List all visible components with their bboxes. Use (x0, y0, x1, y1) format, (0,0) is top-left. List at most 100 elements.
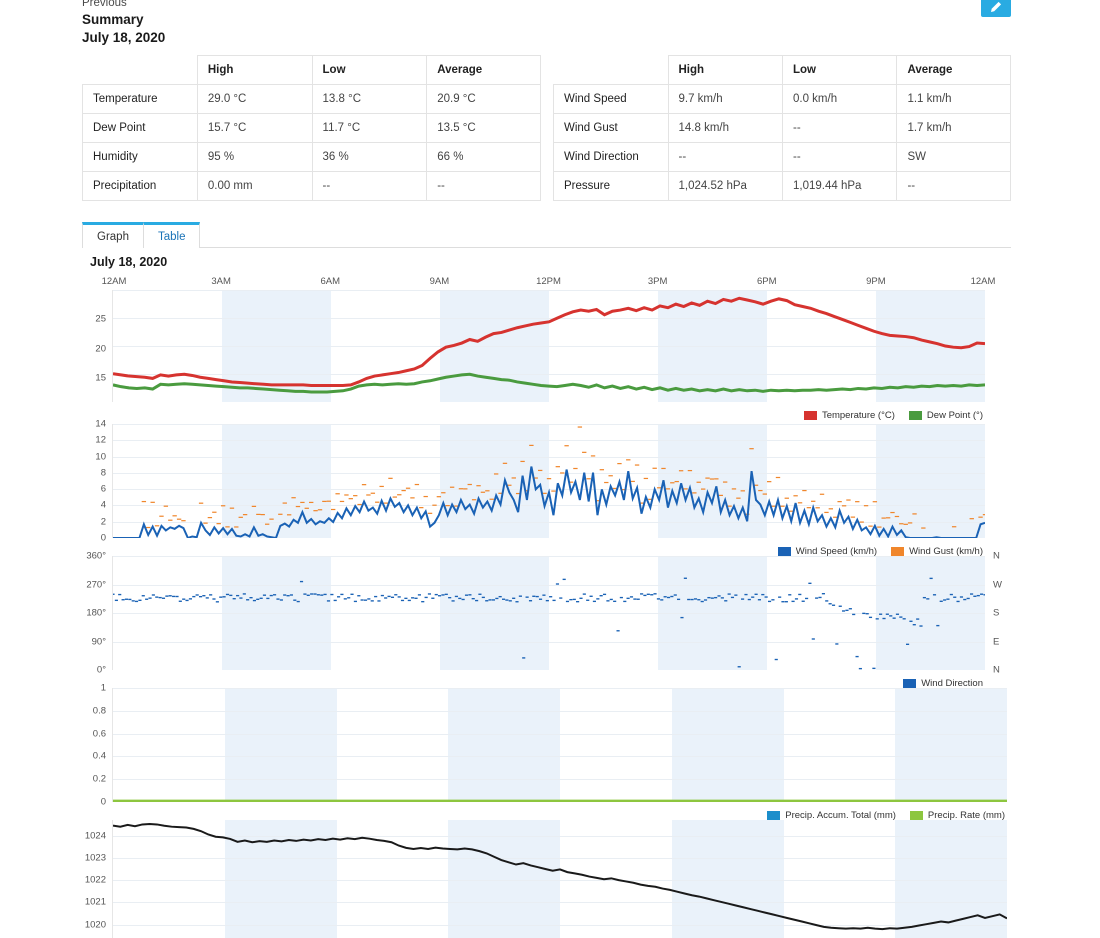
wind-gust-point (573, 467, 578, 470)
wind-gust-point (767, 481, 772, 483)
wind-gust-point (714, 478, 719, 480)
wind-gust-point (824, 511, 829, 514)
wind-direction-point (805, 597, 809, 600)
wind-direction-point (417, 594, 421, 596)
wind-direction-point (360, 599, 364, 601)
y-axis-tick: 270° (86, 579, 106, 590)
cell-average: 20.9 °C (426, 84, 541, 114)
x-axis-tick: 12PM (536, 276, 561, 287)
previous-link[interactable]: Previous (82, 0, 127, 10)
tab-graph[interactable]: Graph (82, 222, 144, 248)
y-axis-tick: 4 (100, 499, 106, 511)
table-row: Humidity 95 % 36 % 66 % (82, 142, 541, 172)
wind-gust-point (665, 488, 671, 490)
wind-direction-point (656, 598, 661, 600)
table-row: Precipitation 0.00 mm -- -- (82, 171, 541, 201)
wind-gust-point (291, 497, 296, 499)
wind-direction-point (232, 598, 236, 600)
wind-gust-point (344, 494, 349, 496)
wind-direction-point (421, 600, 425, 603)
wind-gust-point (278, 513, 283, 515)
y-axis-tick: 8 (100, 467, 106, 479)
wind-gust-point (159, 515, 164, 517)
wind-direction-point (973, 595, 977, 597)
wind-direction-point (374, 595, 378, 598)
cell-high: 95 % (196, 142, 313, 172)
cell-high: 15.7 °C (196, 113, 313, 143)
row-label: Precipitation (82, 171, 198, 201)
wind-direction-point (781, 601, 785, 603)
wind-direction-point (757, 599, 761, 601)
wind-gust-point (780, 505, 785, 507)
y-axis-tick: 0.4 (92, 750, 106, 762)
x-axis-tick: 12AM (970, 276, 996, 287)
wind-direction-point (831, 604, 836, 606)
wind-direction-point (188, 598, 193, 600)
wind-direction-point (387, 595, 391, 598)
y-axis-tick: 1 (100, 682, 106, 694)
table-row: Wind Gust 14.8 km/h -- 1.7 km/h (553, 113, 1011, 143)
wind-direction-point (192, 595, 196, 598)
y-axis-tick: 1023 (84, 852, 106, 864)
wind-direction-point (872, 667, 876, 670)
wind-direction-point (794, 598, 799, 600)
wind-direction-point (653, 593, 657, 595)
wind-gust-point (485, 490, 490, 492)
cell-average: -- (896, 171, 1011, 201)
wind-direction-point (845, 609, 849, 612)
y-axis-tick: 1024 (84, 830, 106, 842)
wind-direction-point (700, 600, 704, 603)
y-axis-tick: 0.6 (92, 728, 106, 740)
wind-gust-point (802, 489, 807, 492)
wind-gust-point (538, 469, 543, 472)
row-label: Wind Speed (553, 84, 669, 114)
col-average: Average (896, 55, 1011, 85)
wind-direction-point (943, 599, 947, 601)
wind-gust-point (339, 500, 345, 503)
wind-gust-point (141, 500, 147, 503)
wind-gust-point (304, 507, 309, 509)
wind-direction-point (899, 616, 903, 618)
wind-direction-point (363, 599, 368, 601)
wind-direction-point (347, 597, 351, 599)
wind-gust-point (168, 519, 173, 521)
tabs-filler (200, 222, 1011, 247)
y-axis-tick: 15 (95, 372, 106, 384)
wind-gust-point (229, 507, 235, 509)
temperature-x-axis: 12AM 3AM 6AM 9AM 12PM 3PM 6PM 9PM 12AM (82, 276, 1011, 290)
wind-direction-point (377, 600, 381, 602)
wind-gust-point (740, 490, 745, 492)
wind-gust-point (907, 522, 913, 524)
wind-gust-point (295, 505, 301, 508)
wind-gust-point (850, 516, 856, 518)
wind-direction-point (838, 605, 842, 607)
wind-direction-point (643, 594, 647, 597)
wind-direction-point (256, 598, 260, 601)
wind-direction-point (380, 594, 384, 597)
wind-direction-point (198, 595, 203, 598)
wind-direction-point (818, 596, 822, 599)
wind-direction-point (299, 580, 304, 583)
wind-direction-point (660, 599, 664, 601)
wind-direction-point (545, 599, 549, 602)
wind-direction-point (148, 597, 152, 599)
wind-direction-point (801, 600, 805, 602)
wind-direction-point (855, 655, 859, 658)
y-axis-tick: 25 (95, 313, 106, 325)
wind-gust-point (335, 493, 340, 495)
wind-direction-point (128, 598, 132, 601)
wind-direction-point (525, 596, 529, 598)
wind-y-axis: 14 12 10 8 6 4 2 0 (82, 419, 110, 544)
wind-direction-point (922, 596, 926, 599)
wind-direction-point (444, 593, 448, 596)
y-axis-tick: 10 (95, 451, 106, 463)
edit-button[interactable] (981, 0, 1011, 17)
col-low: Low (311, 55, 428, 85)
tab-table[interactable]: Table (143, 222, 201, 248)
wind-direction-point (330, 593, 334, 596)
wind-direction-point (751, 596, 755, 598)
compass-tick: N (993, 664, 1000, 676)
cell-low: 1,019.44 hPa (781, 171, 898, 201)
wind-gust-point (353, 495, 358, 497)
wind-direction-point (666, 596, 671, 599)
